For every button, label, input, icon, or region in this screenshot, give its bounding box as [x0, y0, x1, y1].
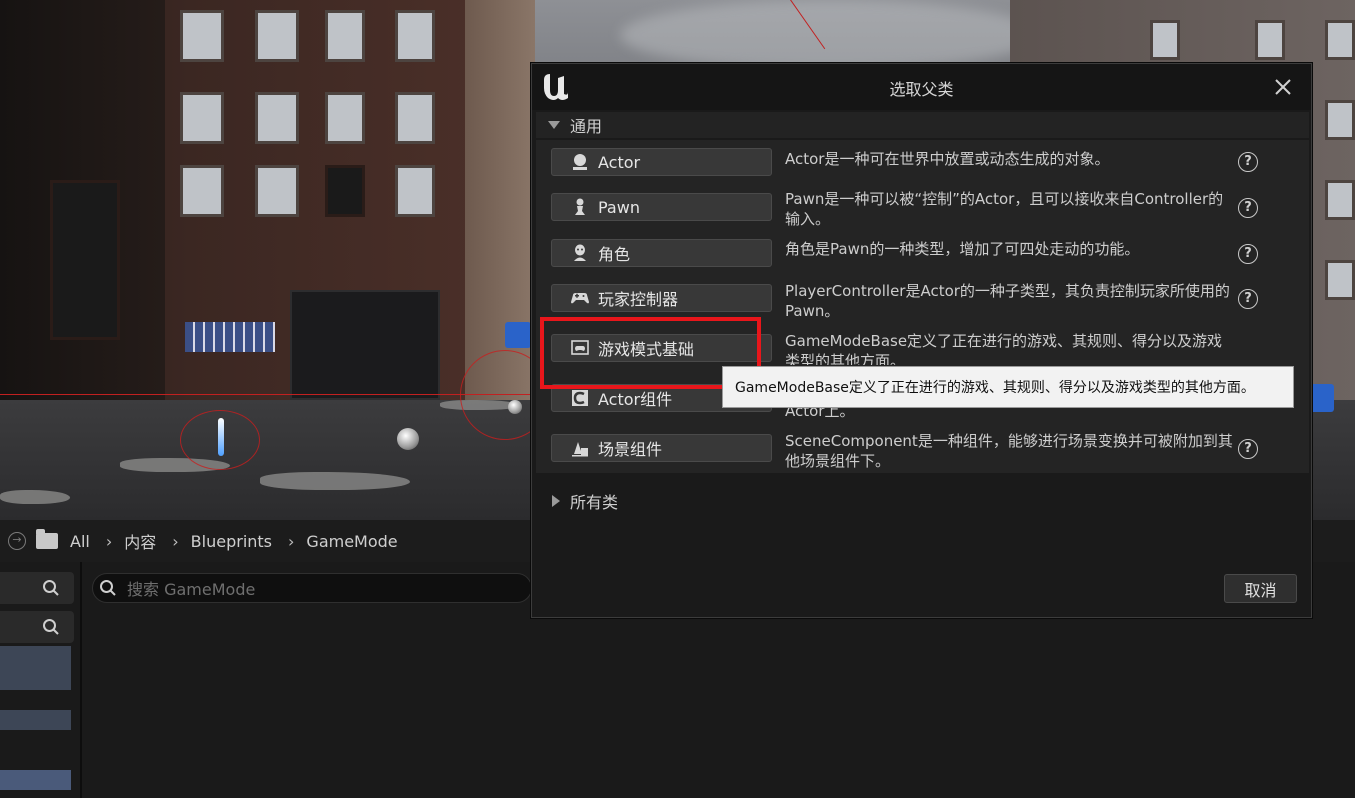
class-label: Actor组件 — [598, 390, 673, 409]
panel-splitter[interactable] — [80, 562, 82, 798]
dialog-title-bar[interactable]: 选取父类 — [532, 64, 1311, 110]
pawn-icon — [570, 197, 590, 217]
transform-gizmo[interactable] — [218, 418, 224, 456]
blue-awning — [185, 322, 275, 352]
chevron-down-icon — [548, 121, 560, 129]
help-icon[interactable]: ? — [1238, 198, 1258, 218]
help-icon[interactable]: ? — [1238, 152, 1258, 172]
close-icon[interactable] — [1272, 76, 1294, 98]
all-classes-header[interactable]: 所有类 — [536, 488, 1309, 514]
asset-search-input[interactable]: 搜索 GameMode — [92, 573, 532, 603]
class-description: 角色是Pawn的一种类型，增加了可四处走动的功能。 — [785, 240, 1140, 258]
search-icon — [42, 618, 60, 636]
breadcrumb-blueprints[interactable]: Blueprints — [191, 532, 272, 551]
component-icon — [570, 388, 590, 408]
folder-tree-item[interactable] — [0, 710, 71, 730]
cancel-button[interactable]: 取消 — [1224, 574, 1297, 603]
class-label: 角色 — [598, 245, 631, 264]
help-icon[interactable]: ? — [1238, 244, 1258, 264]
folder-tree-item[interactable] — [0, 770, 71, 790]
gamepad-icon — [570, 288, 590, 308]
search-placeholder: 搜索 GameMode — [127, 580, 256, 599]
class-button-character[interactable]: 角色 — [551, 239, 772, 267]
help-icon[interactable]: ? — [1238, 289, 1258, 309]
class-description: Pawn是一种可以被“控制”的Actor，且可以接收来自Controller的输… — [785, 190, 1224, 228]
breadcrumb-separator-icon[interactable]: › — [106, 532, 112, 551]
tooltip-text: GameModeBase定义了正在进行的游戏、其规则、得分以及游戏类型的其他方面… — [735, 380, 1255, 396]
history-nav-icon[interactable]: → — [8, 532, 26, 550]
sources-panel — [0, 568, 74, 798]
class-description: SceneComponent是一种组件，能够进行场景变换并可被附加到其他场景组件… — [785, 432, 1233, 470]
class-label: Pawn — [598, 197, 640, 217]
class-description: PlayerController是Actor的一种子类型，其负责控制玩家所使用的… — [785, 282, 1230, 320]
class-label: Actor — [598, 152, 641, 172]
breadcrumb-separator-icon[interactable]: › — [172, 532, 178, 551]
class-button-pawn[interactable]: Pawn — [551, 193, 772, 221]
common-classes-list: Actor Actor是一种可在世界中放置或动态生成的对象。 ? Pawn Pa… — [536, 140, 1309, 473]
help-icon[interactable]: ? — [1238, 439, 1258, 459]
folder-icon — [36, 529, 58, 549]
search-icon — [42, 579, 60, 597]
common-classes-header[interactable]: 通用 — [536, 112, 1309, 138]
class-label: 玩家控制器 — [598, 290, 679, 309]
breadcrumb-gamemode[interactable]: GameMode — [306, 532, 397, 551]
scene-component-icon — [570, 438, 590, 458]
sources-search[interactable] — [0, 572, 74, 604]
class-description: GameModeBase定义了正在进行的游戏、其规则、得分以及游戏类型的其他方面… — [785, 332, 1223, 365]
breadcrumb-separator-icon[interactable]: › — [288, 532, 294, 551]
all-classes-label: 所有类 — [570, 493, 619, 512]
chevron-right-icon — [552, 495, 560, 507]
search-icon — [99, 579, 117, 597]
breadcrumb-all[interactable]: All — [70, 532, 90, 551]
tooltip: GameModeBase定义了正在进行的游戏、其规则、得分以及游戏类型的其他方面… — [722, 366, 1294, 408]
character-icon — [570, 243, 590, 263]
actor-icon — [570, 152, 590, 172]
folder-tree-item[interactable] — [0, 646, 71, 690]
class-description: Actor是一种可在世界中放置或动态生成的对象。 — [785, 150, 1110, 168]
class-button-actor[interactable]: Actor — [551, 148, 772, 176]
collections-search[interactable] — [0, 611, 74, 643]
class-button-player-controller[interactable]: 玩家控制器 — [551, 284, 772, 312]
dialog-title: 选取父类 — [889, 80, 954, 99]
class-button-scene-component[interactable]: 场景组件 — [551, 434, 772, 462]
breadcrumb-content[interactable]: 内容 — [124, 529, 156, 553]
common-classes-label: 通用 — [570, 117, 603, 136]
class-label: 场景组件 — [598, 440, 663, 459]
